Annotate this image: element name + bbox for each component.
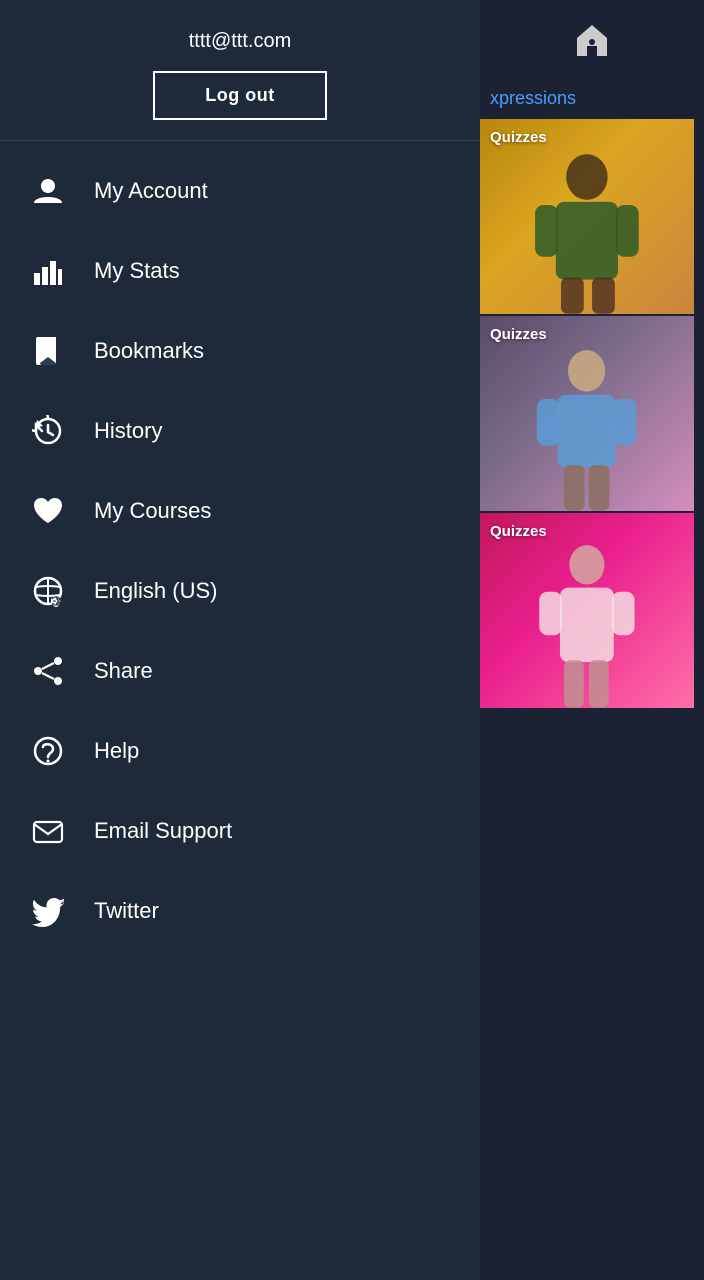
person-figure-1 [512,148,662,314]
twitter-label: Twitter [94,898,159,924]
menu-item-history[interactable]: History [0,391,480,471]
menu-item-my-courses[interactable]: My Courses [0,471,480,551]
history-icon [30,413,66,449]
my-stats-label: My Stats [94,258,180,284]
help-icon [30,733,66,769]
email-support-label: Email Support [94,818,232,844]
menu-nav: My Account My Stats [0,141,480,1280]
quiz-card-3[interactable]: Quizzes [480,513,694,708]
menu-item-my-stats[interactable]: My Stats [0,231,480,311]
bookmarks-label: Bookmarks [94,338,204,364]
twitter-icon [30,893,66,929]
quiz-card-label-1: Quizzes [490,129,547,146]
person-figure-2 [501,345,672,511]
bookmark-icon [30,333,66,369]
home-icon-area[interactable] [480,0,704,80]
left-menu: tttt@ttt.com Log out My Account [0,0,480,1280]
right-content: xpressions Quizzes Quizzes [480,80,704,1280]
home-icon[interactable] [572,20,612,60]
user-header: tttt@ttt.com Log out [0,0,480,141]
account-icon [30,173,66,209]
help-label: Help [94,738,139,764]
my-account-label: My Account [94,178,208,204]
right-panel: xpressions Quizzes Quizzes [480,0,704,1280]
menu-item-english-us[interactable]: English (US) [0,551,480,631]
menu-item-help[interactable]: Help [0,711,480,791]
quiz-card-1[interactable]: Quizzes [480,119,694,314]
share-label: Share [94,658,153,684]
my-courses-label: My Courses [94,498,211,524]
quiz-card-2[interactable]: Quizzes [480,316,694,511]
expressions-label: xpressions [480,80,704,119]
english-us-label: English (US) [94,578,217,604]
quiz-card-label-2: Quizzes [490,326,547,343]
heart-icon [30,493,66,529]
history-label: History [94,418,162,444]
email-icon [30,813,66,849]
share-icon [30,653,66,689]
user-email: tttt@ttt.com [189,30,292,53]
person-figure-3 [512,542,662,708]
language-icon [30,573,66,609]
menu-item-twitter[interactable]: Twitter [0,871,480,951]
menu-item-share[interactable]: Share [0,631,480,711]
menu-item-my-account[interactable]: My Account [0,151,480,231]
logout-button[interactable]: Log out [153,71,326,120]
menu-item-email-support[interactable]: Email Support [0,791,480,871]
stats-icon [30,253,66,289]
quiz-card-label-3: Quizzes [490,523,547,540]
menu-item-bookmarks[interactable]: Bookmarks [0,311,480,391]
